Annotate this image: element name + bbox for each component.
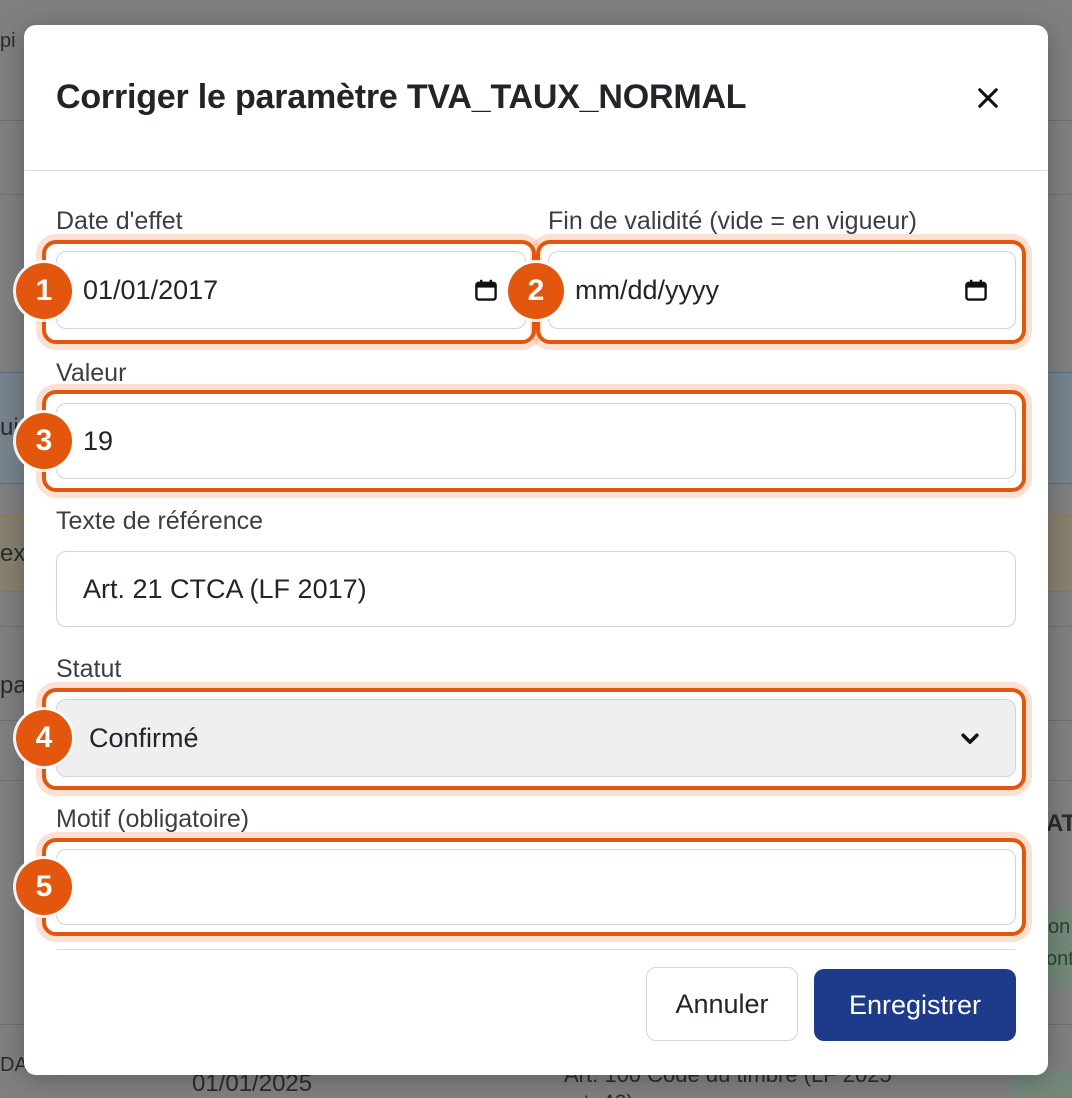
fin-validite-label: Fin de validité (vide = en vigueur) — [548, 207, 917, 235]
fin-validite-input[interactable]: mm/dd/yyyy — [548, 251, 1016, 329]
annotation-badge-5: 5 — [16, 859, 72, 915]
statut-label: Statut — [56, 655, 122, 683]
valeur-input[interactable]: 19 — [56, 403, 1016, 479]
bg-text: ont — [1046, 948, 1072, 970]
fin-validite-placeholder: mm/dd/yyyy — [575, 274, 720, 305]
modal-header: Corriger le paramètre TVA_TAUX_NORMAL — [24, 25, 1048, 171]
date-effet-value: 01/01/2017 — [83, 274, 219, 305]
annotation-badge-4: 4 — [16, 710, 72, 766]
annotation-badge-1: 1 — [16, 263, 72, 319]
modal-title: Corriger le paramètre TVA_TAUX_NORMAL — [56, 78, 747, 116]
cancel-button[interactable]: Annuler — [646, 967, 798, 1041]
annotation-badge-3: 3 — [16, 413, 72, 469]
bg-text: art. 46) — [564, 1090, 634, 1098]
bg-text: pi — [0, 30, 16, 52]
motif-input[interactable] — [56, 849, 1016, 925]
texte-reference-value: Art. 21 CTCA (LF 2017) — [83, 573, 367, 604]
calendar-icon[interactable] — [963, 277, 989, 303]
chevron-down-icon — [957, 725, 983, 751]
save-button[interactable]: Enregistrer — [814, 969, 1016, 1041]
motif-label: Motif (obligatoire) — [56, 805, 250, 833]
close-icon — [978, 87, 998, 108]
valeur-value: 19 — [83, 425, 114, 456]
date-effet-input[interactable]: 01/01/2017 — [56, 251, 526, 329]
calendar-icon[interactable] — [473, 277, 499, 303]
texte-reference-label: Texte de référence — [56, 507, 264, 535]
bg-text: on — [1048, 916, 1071, 938]
footer-divider — [56, 949, 1016, 950]
statut-select[interactable]: Confirmé — [56, 699, 1016, 777]
texte-reference-input[interactable]: Art. 21 CTCA (LF 2017) — [56, 551, 1016, 627]
bg-text: pa — [0, 672, 27, 699]
bg-status-badge — [1012, 1072, 1072, 1098]
date-effet-label: Date d'effet — [56, 207, 183, 235]
edit-parameter-modal: Corriger le paramètre TVA_TAUX_NORMAL Da… — [24, 25, 1048, 1075]
close-button[interactable] — [968, 78, 1008, 118]
statut-selected: Confirmé — [89, 722, 199, 753]
bg-text: ATU — [1046, 810, 1072, 837]
annotation-badge-2: 2 — [508, 263, 564, 319]
valeur-label: Valeur — [56, 359, 127, 387]
